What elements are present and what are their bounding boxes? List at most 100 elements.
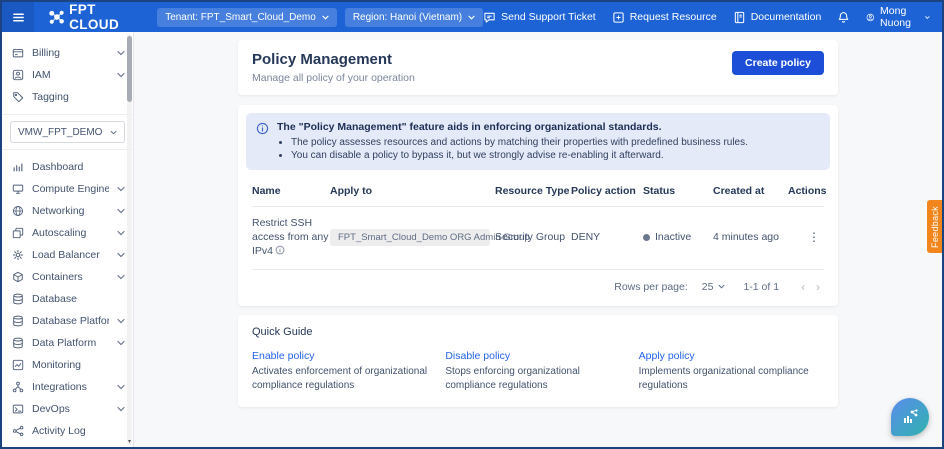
banner-title: The "Policy Management" feature aids in … <box>277 121 748 133</box>
devops-icon <box>12 403 24 415</box>
header-policy-action: Policy action <box>571 185 643 197</box>
user-name: Mong Nuong <box>880 5 920 29</box>
info-icon[interactable] <box>275 245 285 255</box>
info-banner: The "Policy Management" feature aids in … <box>246 113 830 170</box>
documentation-link[interactable]: Documentation <box>733 11 822 24</box>
chevron-down-icon <box>117 207 125 215</box>
sidebar-item-activity-log[interactable]: Activity Log <box>2 420 133 442</box>
chevron-down-icon <box>110 130 117 135</box>
chevron-down-icon <box>117 383 125 391</box>
fpt-cloud-logo[interactable]: FPT CLOUD <box>48 2 145 32</box>
feedback-label: Feedback <box>930 206 940 248</box>
header-name: Name <box>252 185 330 197</box>
chevron-down-icon <box>117 49 125 57</box>
monitoring-icon <box>12 359 24 371</box>
policy-action-cell: DENY <box>571 231 643 243</box>
sidebar-item-monitoring[interactable]: Monitoring <box>2 354 133 376</box>
banner-bullet-list: The policy assesses resources and action… <box>291 137 748 161</box>
tenant-selector[interactable]: Tenant: FPT_Smart_Cloud_Demo <box>157 8 337 27</box>
sidebar-item-iam[interactable]: IAM <box>2 64 133 86</box>
resource-type-cell: Security Group <box>495 231 571 243</box>
sidebar-item-dashboard[interactable]: Dashboard <box>2 156 133 178</box>
request-resource-label: Request Resource <box>630 11 717 23</box>
disable-policy-link[interactable]: Disable policy <box>445 350 630 362</box>
support-ticket-icon <box>483 11 496 24</box>
page-title: Policy Management <box>252 51 415 68</box>
sidebar-item-networking[interactable]: Networking <box>2 200 133 222</box>
sidebar-item-data-platform[interactable]: Data Platform <box>2 332 133 354</box>
banner-bullet: You can disable a policy to bypass it, b… <box>291 150 748 161</box>
activity-log-icon <box>12 425 24 437</box>
sidebar-item-integrations[interactable]: Integrations <box>2 376 133 398</box>
sidebar-divider <box>2 149 133 150</box>
chevron-down-icon <box>117 405 125 413</box>
sidebar-item-database-platform[interactable]: Database Platform <box>2 310 133 332</box>
data-platform-icon <box>12 337 24 349</box>
guide-item-disable: Disable policy Stops enforcing organizat… <box>445 350 630 393</box>
sidebar-item-containers[interactable]: Containers <box>2 266 133 288</box>
tenant-label: Tenant: FPT_Smart_Cloud_Demo <box>165 12 316 23</box>
sidebar-item-devops[interactable]: DevOps <box>2 398 133 420</box>
notifications-button[interactable] <box>837 11 850 24</box>
apply-policy-link[interactable]: Apply policy <box>639 350 824 362</box>
sidebar: Billing IAM Tagging VMW_FPT_DEMO Dashboa… <box>2 32 134 447</box>
scrollbar-down-arrow[interactable]: ▾ <box>127 439 132 445</box>
sidebar-item-database[interactable]: Database <box>2 288 133 310</box>
create-policy-button[interactable]: Create policy <box>732 51 824 75</box>
support-ticket-label: Send Support Ticket <box>501 11 596 23</box>
containers-icon <box>12 271 24 283</box>
sidebar-item-autoscaling[interactable]: Autoscaling <box>2 222 133 244</box>
apply-policy-desc: Implements organizational compliance reg… <box>639 365 824 393</box>
user-avatar-icon <box>866 11 875 24</box>
sidebar-item-load-balancer[interactable]: Load Balancer <box>2 244 133 266</box>
sidebar-item-compute-engine[interactable]: Compute Engine <box>2 178 133 200</box>
pagination: Rows per page: 25 1-1 of 1 ‹ › <box>238 270 838 306</box>
scrollbar-thumb[interactable] <box>127 36 132 102</box>
sidebar-item-billing[interactable]: Billing <box>2 42 133 64</box>
navbar-right: Send Support Ticket Request Resource Doc… <box>483 5 930 29</box>
chevron-down-icon <box>117 339 125 347</box>
enable-policy-desc: Activates enforcement of organizational … <box>252 365 437 393</box>
database-icon <box>12 293 24 305</box>
next-page-button[interactable]: › <box>812 280 824 294</box>
policy-name: Restrict SSH access from any IPv4 <box>252 217 328 257</box>
guide-item-apply: Apply policy Implements organizational c… <box>639 350 824 393</box>
rows-per-page-select[interactable]: 25 <box>702 281 726 293</box>
chevron-down-icon <box>468 15 475 20</box>
networking-icon <box>12 205 24 217</box>
user-menu[interactable]: Mong Nuong <box>866 5 930 29</box>
assistant-molecule-icon <box>900 407 920 427</box>
row-actions-kebab-icon[interactable]: ⋮ <box>804 228 824 246</box>
guide-item-enable: Enable policy Activates enforcement of o… <box>252 350 437 393</box>
main-content: Policy Management Manage all policy of y… <box>134 32 942 447</box>
page-subtitle: Manage all policy of your operation <box>252 72 415 84</box>
load-balancer-icon <box>12 249 24 261</box>
previous-page-button[interactable]: ‹ <box>797 280 809 294</box>
status-cell: Inactive <box>643 231 713 243</box>
chevron-down-icon <box>117 317 125 325</box>
documentation-icon <box>733 11 746 24</box>
project-selector[interactable]: VMW_FPT_DEMO <box>10 121 125 143</box>
bell-icon <box>837 11 850 24</box>
compute-engine-icon <box>12 183 24 195</box>
policy-table: Name Apply to Resource Type Policy actio… <box>238 170 838 270</box>
send-support-ticket-link[interactable]: Send Support Ticket <box>483 11 596 24</box>
request-resource-link[interactable]: Request Resource <box>612 11 717 24</box>
pagination-range: 1-1 of 1 <box>743 281 779 293</box>
quick-guide-title: Quick Guide <box>252 326 824 338</box>
info-icon <box>256 122 269 135</box>
region-selector[interactable]: Region: Hanoi (Vietnam) <box>345 8 483 27</box>
chevron-down-icon <box>322 15 329 20</box>
created-at-cell: 4 minutes ago <box>713 231 788 243</box>
feedback-tab[interactable]: Feedback <box>927 200 942 253</box>
assistant-chat-button[interactable] <box>891 398 929 436</box>
sidebar-scrollbar[interactable]: ▾ <box>127 34 132 445</box>
table-row[interactable]: Restrict SSH access from any IPv4 FPT_Sm… <box>252 207 824 270</box>
status-dot <box>643 234 650 241</box>
hamburger-menu-button[interactable] <box>2 2 34 32</box>
enable-policy-link[interactable]: Enable policy <box>252 350 437 362</box>
request-resource-icon <box>612 11 625 24</box>
policy-table-card: The "Policy Management" feature aids in … <box>238 105 838 306</box>
sidebar-item-tagging[interactable]: Tagging <box>2 86 133 108</box>
chevron-down-icon <box>925 15 930 20</box>
